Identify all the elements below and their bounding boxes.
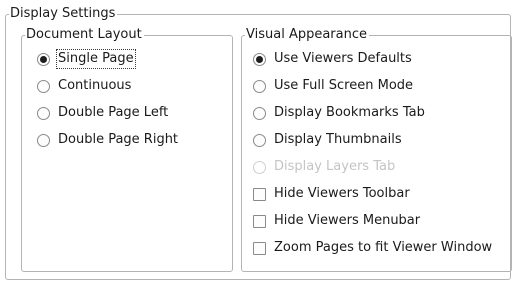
continuous-label: Continuous xyxy=(58,78,132,93)
visual-appearance-group: Visual Appearance xyxy=(241,27,512,272)
visual-appearance-title: Visual Appearance xyxy=(245,27,369,43)
double-page-left-radio[interactable]: Double Page Left xyxy=(37,103,168,123)
display-settings-title: Display Settings xyxy=(9,6,118,22)
radio-icon[interactable] xyxy=(253,106,266,120)
hide-viewers-toolbar-checkbox[interactable]: Hide Viewers Toolbar xyxy=(253,184,410,204)
radio-icon[interactable] xyxy=(253,133,266,147)
display-bookmarks-tab-radio[interactable]: Display Bookmarks Tab xyxy=(253,103,425,123)
checkbox-icon[interactable] xyxy=(253,241,266,255)
single-page-label: Single Page xyxy=(56,49,136,69)
hide-viewers-toolbar-label: Hide Viewers Toolbar xyxy=(274,186,410,201)
radio-icon[interactable] xyxy=(37,79,50,93)
double-page-right-label: Double Page Right xyxy=(58,132,179,147)
hide-viewers-menubar-checkbox[interactable]: Hide Viewers Menubar xyxy=(253,211,420,231)
radio-selected-icon[interactable] xyxy=(253,52,266,66)
zoom-pages-to-fit-label: Zoom Pages to fit Viewer Window xyxy=(274,240,493,255)
use-full-screen-mode-radio[interactable]: Use Full Screen Mode xyxy=(253,76,413,96)
zoom-pages-to-fit-checkbox[interactable]: Zoom Pages to fit Viewer Window xyxy=(253,238,492,258)
radio-selected-icon[interactable] xyxy=(37,52,50,66)
double-page-left-label: Double Page Left xyxy=(58,105,169,120)
double-page-right-radio[interactable]: Double Page Right xyxy=(37,130,178,150)
radio-icon[interactable] xyxy=(253,79,266,93)
use-viewers-defaults-radio[interactable]: Use Viewers Defaults xyxy=(253,49,412,69)
display-layers-tab-radio: Display Layers Tab xyxy=(253,157,395,177)
checkbox-icon[interactable] xyxy=(253,214,266,228)
radio-icon[interactable] xyxy=(37,106,50,120)
hide-viewers-menubar-label: Hide Viewers Menubar xyxy=(274,213,421,228)
radio-disabled-icon xyxy=(253,160,266,174)
continuous-radio[interactable]: Continuous xyxy=(37,76,131,96)
display-layers-tab-label: Display Layers Tab xyxy=(274,159,396,174)
checkbox-icon[interactable] xyxy=(253,187,266,201)
single-page-radio[interactable]: Single Page xyxy=(37,49,136,69)
display-thumbnails-radio[interactable]: Display Thumbnails xyxy=(253,130,402,150)
display-bookmarks-tab-label: Display Bookmarks Tab xyxy=(274,105,425,120)
document-layout-group: Document Layout xyxy=(21,27,233,272)
display-thumbnails-label: Display Thumbnails xyxy=(274,132,402,147)
radio-icon[interactable] xyxy=(37,133,50,147)
use-viewers-defaults-label: Use Viewers Defaults xyxy=(274,51,412,66)
use-full-screen-mode-label: Use Full Screen Mode xyxy=(274,78,414,93)
document-layout-title: Document Layout xyxy=(25,27,144,43)
